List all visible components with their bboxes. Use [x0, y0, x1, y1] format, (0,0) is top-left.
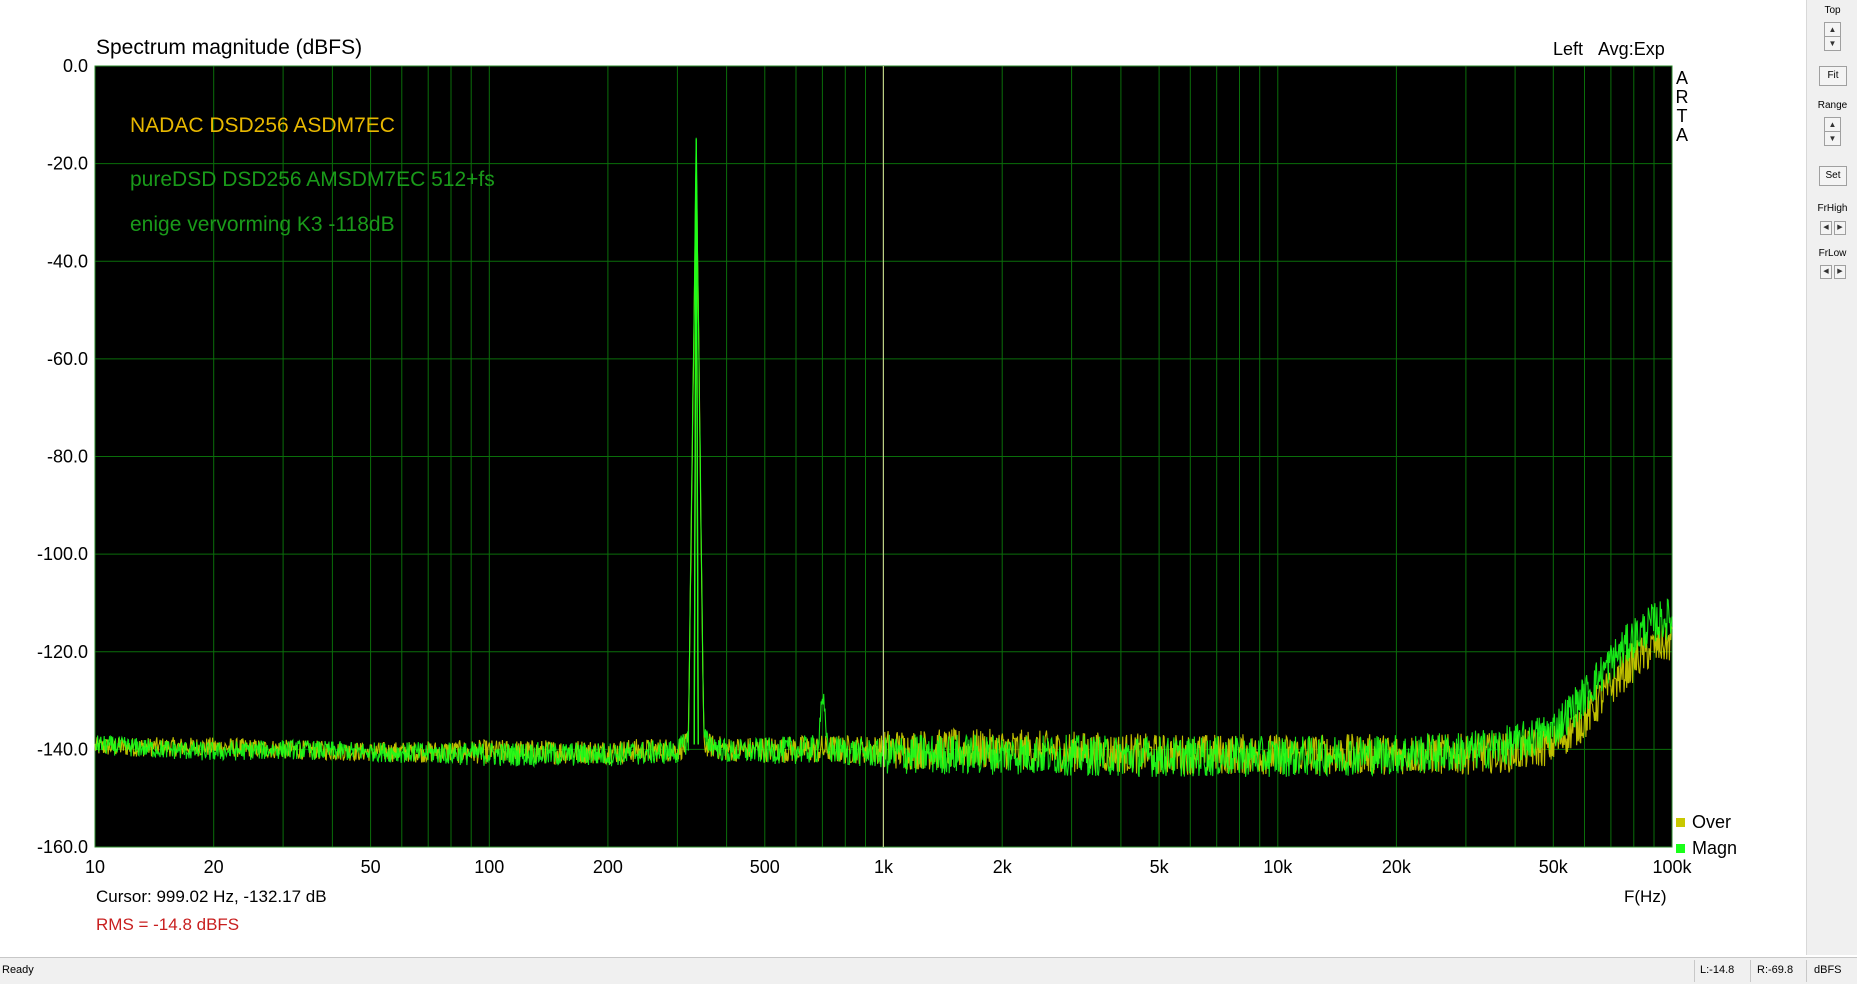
range-label: Range: [1817, 100, 1848, 111]
spin-down-icon[interactable]: ▼: [1825, 36, 1840, 50]
frhigh-label: FrHigh: [1817, 203, 1848, 214]
x-tick-label: 50: [361, 857, 381, 877]
chart-title: Spectrum magnitude (dBFS): [96, 36, 362, 59]
y-tick-label: -60.0: [47, 349, 88, 369]
legend-swatch: [1676, 818, 1685, 827]
top-label: Top: [1824, 5, 1841, 16]
y-tick-labels: 0.0 -20.0 -40.0 -60.0 -80.0 -100.0 -120.0 -140.…: [37, 56, 88, 857]
arta-brand: ARTA: [1676, 68, 1689, 145]
y-tick-label: -20.0: [47, 154, 88, 174]
channel-label: Left: [1553, 39, 1583, 59]
annotation-text: NADAC DSD256 ASDM7EC: [130, 114, 395, 137]
brand-letter: R: [1676, 87, 1689, 107]
legend-swatch: [1676, 844, 1685, 853]
legend: Over Magn: [1676, 812, 1737, 858]
y-tick-label: -80.0: [47, 447, 88, 467]
y-tick-label: -120.0: [37, 642, 88, 662]
range-spinner[interactable]: ▲ ▼: [1824, 117, 1841, 146]
frlow-arrows[interactable]: ◀ ▶: [1820, 265, 1846, 279]
brand-letter: A: [1676, 125, 1688, 145]
x-tick-labels: 10 20 50 100 200 500 1k 2k 5k 10k 20k 50k 100k: [85, 857, 1693, 877]
arrow-right-icon[interactable]: ▶: [1834, 265, 1846, 279]
x-tick-label: 20k: [1382, 857, 1412, 877]
brand-letter: T: [1677, 106, 1688, 126]
y-tick-label: -140.0: [37, 739, 88, 759]
x-tick-label: 200: [593, 857, 623, 877]
x-tick-label: 100k: [1652, 857, 1692, 877]
annotation-text: enige vervorming K3 -118dB: [130, 213, 395, 236]
x-tick-label: 20: [204, 857, 224, 877]
status-bar: Ready L:-14.8 R:-69.8 dBFS: [0, 957, 1857, 984]
status-unit: dBFS: [1814, 964, 1842, 976]
x-tick-label: 10k: [1263, 857, 1293, 877]
x-tick-label: 10: [85, 857, 105, 877]
status-ready: Ready: [2, 964, 34, 976]
x-axis-label: F(Hz): [1624, 887, 1666, 906]
cursor-readout: Cursor: 999.02 Hz, -132.17 dB: [96, 887, 327, 906]
spectrum-plot[interactable]: Spectrum magnitude (dBFS) Left Avg:Exp N…: [0, 0, 1806, 955]
frlow-label: FrLow: [1818, 248, 1847, 259]
x-tick-label: 2k: [993, 857, 1013, 877]
x-tick-label: 100: [474, 857, 504, 877]
status-left-level: L:-14.8: [1700, 964, 1735, 976]
set-button[interactable]: Set: [1819, 166, 1847, 186]
spin-up-icon[interactable]: ▲: [1825, 23, 1840, 36]
x-tick-label: 5k: [1150, 857, 1170, 877]
arrow-left-icon[interactable]: ◀: [1820, 265, 1832, 279]
spin-up-icon[interactable]: ▲: [1825, 118, 1840, 131]
x-tick-label: 50k: [1539, 857, 1569, 877]
legend-label: Over: [1692, 812, 1731, 832]
fit-button[interactable]: Fit: [1819, 66, 1847, 86]
y-tick-label: -40.0: [47, 251, 88, 271]
legend-label: Magn: [1692, 838, 1737, 858]
status-right-level: R:-69.8: [1757, 964, 1794, 976]
frhigh-arrows[interactable]: ◀ ▶: [1820, 221, 1846, 235]
annotation-text: pureDSD DSD256 AMSDM7EC 512+fs: [130, 168, 495, 191]
y-tick-label: 0.0: [63, 56, 88, 76]
top-spinner[interactable]: ▲ ▼: [1824, 22, 1841, 51]
side-panel: Top ▲ ▼ Fit Range ▲ ▼ Set FrHigh ◀ ▶ FrL…: [1806, 0, 1857, 955]
arrow-left-icon[interactable]: ◀: [1820, 221, 1832, 235]
rms-readout: RMS = -14.8 dBFS: [96, 915, 239, 934]
x-tick-label: 1k: [874, 857, 894, 877]
x-tick-label: 500: [750, 857, 780, 877]
spin-down-icon[interactable]: ▼: [1825, 131, 1840, 145]
brand-letter: A: [1676, 68, 1688, 88]
averaging-label: Avg:Exp: [1598, 39, 1665, 59]
y-tick-label: -160.0: [37, 837, 88, 857]
arrow-right-icon[interactable]: ▶: [1834, 221, 1846, 235]
y-tick-label: -100.0: [37, 544, 88, 564]
